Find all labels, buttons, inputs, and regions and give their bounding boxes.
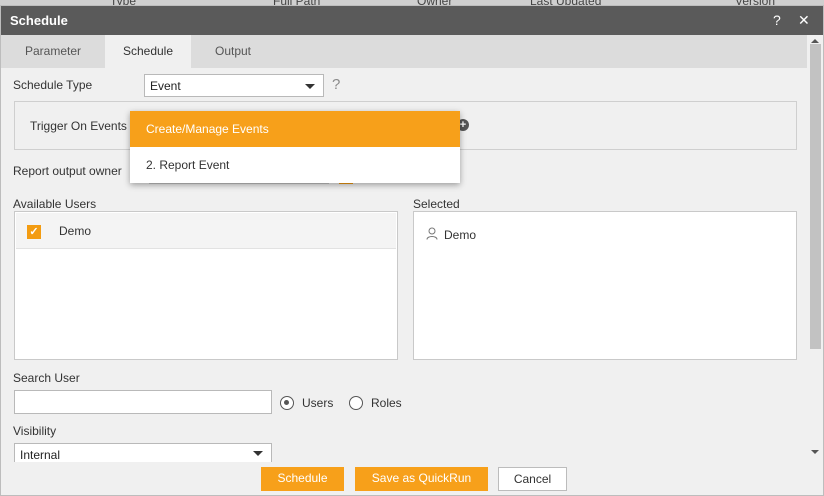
selected-users-label: Selected bbox=[413, 197, 460, 211]
search-user-label: Search User bbox=[13, 371, 80, 385]
schedule-type-label: Schedule Type bbox=[13, 78, 93, 92]
help-icon[interactable]: ? bbox=[773, 12, 781, 28]
chevron-down-icon bbox=[305, 84, 315, 89]
tab-parameter[interactable]: Parameter bbox=[1, 35, 105, 68]
scrollbar-thumb[interactable] bbox=[810, 44, 821, 349]
dialog-title: Schedule bbox=[10, 13, 68, 28]
scroll-up-icon[interactable] bbox=[811, 39, 819, 43]
scroll-down-icon[interactable] bbox=[811, 450, 819, 454]
schedule-type-help-icon[interactable]: ? bbox=[332, 76, 340, 93]
schedule-dialog: Schedule ? ✕ Parameter Schedule Output S… bbox=[0, 5, 824, 496]
selected-user-name[interactable]: Demo bbox=[444, 228, 476, 242]
menu-item-report-event[interactable]: 2. Report Event bbox=[130, 147, 460, 183]
list-item[interactable]: ✓ Demo bbox=[16, 213, 396, 249]
radio-roles[interactable] bbox=[349, 396, 363, 410]
schedule-type-value: Event bbox=[150, 79, 181, 93]
events-dropdown-menu: Create/Manage Events 2. Report Event bbox=[130, 111, 460, 183]
schedule-button[interactable]: Schedule bbox=[261, 467, 344, 491]
visibility-select[interactable]: Internal bbox=[14, 443, 272, 462]
visibility-value: Internal bbox=[20, 448, 61, 462]
available-users-list: ✓ Demo bbox=[14, 211, 398, 360]
tab-output[interactable]: Output bbox=[191, 35, 275, 68]
cancel-button[interactable]: Cancel bbox=[498, 467, 567, 491]
user-checkbox[interactable]: ✓ bbox=[27, 225, 41, 239]
close-icon[interactable]: ✕ bbox=[798, 12, 810, 29]
trigger-label: Trigger On Events bbox=[30, 119, 127, 133]
selected-users-list: Demo bbox=[413, 211, 797, 360]
user-name: Demo bbox=[59, 224, 92, 238]
radio-users[interactable] bbox=[280, 396, 294, 410]
search-user-input[interactable] bbox=[14, 390, 272, 414]
menu-item-create-manage-events[interactable]: Create/Manage Events bbox=[130, 111, 460, 147]
dialog-titlebar: Schedule ? ✕ bbox=[1, 6, 823, 35]
owner-label: Report output owner bbox=[13, 164, 122, 178]
user-icon bbox=[426, 227, 438, 240]
tab-bar: Parameter Schedule Output bbox=[1, 35, 807, 68]
schedule-type-select[interactable]: Event bbox=[144, 74, 324, 97]
available-users-label: Available Users bbox=[13, 197, 97, 211]
visibility-label: Visibility bbox=[13, 424, 57, 438]
tab-schedule[interactable]: Schedule bbox=[105, 35, 191, 68]
radio-roles-label: Roles bbox=[371, 396, 402, 410]
radio-users-label: Users bbox=[302, 396, 334, 410]
save-quickrun-button[interactable]: Save as QuickRun bbox=[355, 467, 488, 491]
chevron-down-icon bbox=[253, 451, 263, 456]
